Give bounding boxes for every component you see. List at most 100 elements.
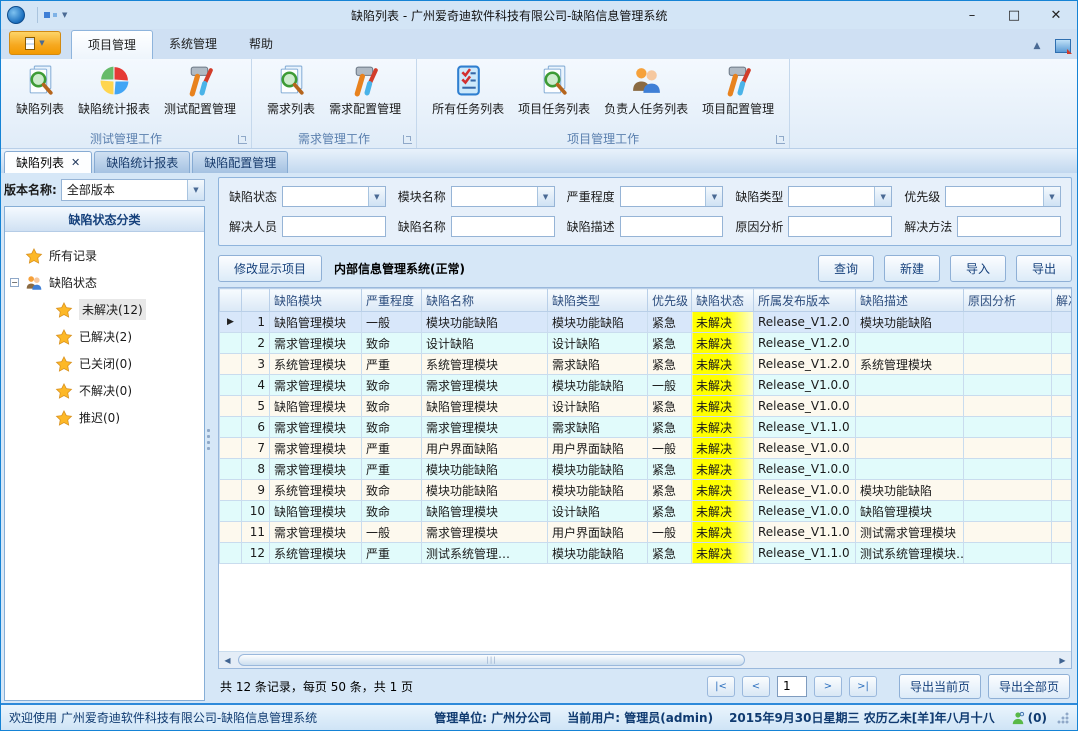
tree-item-缺陷状态[interactable]: −缺陷状态 [9,269,200,296]
page-number-input[interactable] [777,676,807,697]
dialog-launcher-icon[interactable] [403,135,412,144]
last-page-button[interactable]: >| [849,676,877,697]
cell-name: 需求管理模块 [422,417,548,438]
ribbon-button-测试配置管理[interactable]: 测试配置管理 [157,62,243,119]
close-tab-icon[interactable]: ✕ [71,156,80,169]
filter-input-缺陷描述[interactable] [620,216,724,237]
table-row[interactable]: 6需求管理模块致命需求管理模块需求缺陷紧急未解决Release_V1.1.0 [220,417,1072,438]
export-button[interactable]: 导出 [1016,255,1072,282]
resize-grip[interactable] [1057,712,1069,724]
table-row[interactable]: 10缺陷管理模块致命缺陷管理模块设计缺陷紧急未解决Release_V1.0.0缺… [220,501,1072,522]
maximize-button[interactable]: □ [993,1,1035,29]
column-header-缺陷模块[interactable]: 缺陷模块 [270,289,362,312]
table-row[interactable]: 8需求管理模块严重模块功能缺陷模块功能缺陷紧急未解决Release_V1.0.0 [220,459,1072,480]
column-header-缺陷状态[interactable]: 缺陷状态 [692,289,754,312]
table-row[interactable]: 12系统管理模块严重测试系统管理…模块功能缺陷紧急未解决Release_V1.1… [220,543,1072,564]
export-all-pages-button[interactable]: 导出全部页 [988,674,1070,699]
table-row[interactable]: ▶1缺陷管理模块一般模块功能缺陷模块功能缺陷紧急未解决Release_V1.2.… [220,312,1072,333]
cell-description: 缺陷管理模块 [856,501,964,522]
tree-item-所有记录[interactable]: 所有记录 [9,242,200,269]
table-row[interactable]: 5缺陷管理模块致命缺陷管理模块设计缺陷紧急未解决Release_V1.0.0 [220,396,1072,417]
column-header-缺陷描述[interactable]: 缺陷描述 [856,289,964,312]
chevron-down-icon[interactable]: ▼ [705,187,722,206]
scroll-left-icon[interactable]: ◀ [219,656,236,665]
ribbon-button-需求列表[interactable]: 需求列表 [260,62,322,119]
ribbon-button-项目配置管理[interactable]: 项目配置管理 [695,62,781,119]
filter-select-模块名称[interactable]: ▼ [451,186,555,207]
import-button[interactable]: 导入 [950,255,1006,282]
column-header-blank[interactable] [242,289,270,312]
filter-select-缺陷类型[interactable]: ▼ [788,186,892,207]
about-window-icon[interactable] [1055,39,1071,53]
modify-display-items-button[interactable]: 修改显示项目 [218,255,322,282]
ribbon-tab-项目管理[interactable]: 项目管理 [71,30,153,59]
ribbon-button-所有任务列表[interactable]: 所有任务列表 [425,62,511,119]
filter-input-解决方法[interactable] [957,216,1061,237]
scroll-right-icon[interactable]: ▶ [1054,656,1071,665]
doc-tab-缺陷列表[interactable]: 缺陷列表✕ [4,151,92,173]
minimize-button[interactable]: – [951,1,993,29]
ribbon-button-项目任务列表[interactable]: 项目任务列表 [511,62,597,119]
tree-item-推迟(0)[interactable]: 推迟(0) [9,404,200,431]
ribbon-tab-帮助[interactable]: 帮助 [233,30,289,59]
first-page-button[interactable]: |< [707,676,735,697]
export-current-page-button[interactable]: 导出当前页 [899,674,981,699]
column-header-缺陷名称[interactable]: 缺陷名称 [422,289,548,312]
application-menu-button[interactable]: ▼ [9,31,61,55]
quick-access-toolbar-icon[interactable] [44,12,57,18]
column-header-严重程度[interactable]: 严重程度 [362,289,422,312]
prev-page-button[interactable]: < [742,676,770,697]
filter-input-解决人员[interactable] [282,216,386,237]
column-header-blank[interactable] [220,289,242,312]
version-select[interactable]: 全部版本 ▼ [61,179,205,201]
filter-select-优先级[interactable]: ▼ [945,186,1061,207]
query-button[interactable]: 查询 [818,255,874,282]
table-row[interactable]: 4需求管理模块致命需求管理模块模块功能缺陷一般未解决Release_V1.0.0 [220,375,1072,396]
ribbon-button-缺陷列表[interactable]: 缺陷列表 [9,62,71,119]
row-indicator [220,459,242,480]
tree-item-已解决(2)[interactable]: 已解决(2) [9,323,200,350]
chevron-down-icon[interactable]: ▼ [537,187,554,206]
table-row[interactable]: 2需求管理模块致命设计缺陷设计缺陷紧急未解决Release_V1.2.0 [220,333,1072,354]
table-row[interactable]: 7需求管理模块严重用户界面缺陷用户界面缺陷一般未解决Release_V1.0.0 [220,438,1072,459]
filter-select-缺陷状态[interactable]: ▼ [282,186,386,207]
new-button[interactable]: 新建 [884,255,940,282]
close-button[interactable]: ✕ [1035,1,1077,29]
table-row[interactable]: 9系统管理模块致命模块功能缺陷模块功能缺陷紧急未解决Release_V1.0.0… [220,480,1072,501]
chevron-down-icon[interactable]: ▼ [874,187,891,206]
tree-item-不解决(0)[interactable]: 不解决(0) [9,377,200,404]
dialog-launcher-icon[interactable] [238,135,247,144]
ribbon-button-缺陷统计报表[interactable]: 缺陷统计报表 [71,62,157,119]
doc-tab-缺陷配置管理[interactable]: 缺陷配置管理 [192,151,288,173]
splitter-handle[interactable] [205,177,212,701]
filter-input-缺陷名称[interactable] [451,216,555,237]
dialog-launcher-icon[interactable] [776,135,785,144]
filter-select-严重程度[interactable]: ▼ [620,186,724,207]
ribbon-button-需求配置管理[interactable]: 需求配置管理 [322,62,408,119]
scrollbar-thumb[interactable]: ||| [238,654,745,666]
column-header-优先级[interactable]: 优先级 [648,289,692,312]
horizontal-scrollbar[interactable]: ◀ ||| ▶ [219,651,1071,668]
tree-item-未解决(12)[interactable]: 未解决(12) [9,296,200,323]
row-number: 12 [242,543,270,564]
column-header-缺陷类型[interactable]: 缺陷类型 [548,289,648,312]
doc-tab-缺陷统计报表[interactable]: 缺陷统计报表 [94,151,190,173]
next-page-button[interactable]: > [814,676,842,697]
ribbon-tab-系统管理[interactable]: 系统管理 [153,30,233,59]
chevron-down-icon[interactable]: ▼ [1043,187,1060,206]
column-header-原因分析[interactable]: 原因分析 [964,289,1052,312]
filter-input-原因分析[interactable] [788,216,892,237]
collapse-node-icon[interactable]: − [10,278,19,287]
chevron-down-icon[interactable]: ▼ [368,187,385,206]
table-row[interactable]: 3系统管理模块严重系统管理模块需求缺陷紧急未解决Release_V1.2.0系统… [220,354,1072,375]
chevron-down-icon[interactable]: ▼ [187,180,204,200]
cell-severity: 一般 [362,312,422,333]
scrollbar-track[interactable]: ||| [236,652,1054,668]
cell-cause [964,501,1052,522]
tree-item-已关闭(0)[interactable]: 已关闭(0) [9,350,200,377]
table-row[interactable]: 11需求管理模块一般需求管理模块用户界面缺陷一般未解决Release_V1.1.… [220,522,1072,543]
column-header-解决方法[interactable]: 解决方法 [1052,289,1072,312]
ribbon-button-负责人任务列表[interactable]: 负责人任务列表 [597,62,695,119]
column-header-所属发布版本[interactable]: 所属发布版本 [754,289,856,312]
collapse-ribbon-icon[interactable]: ▲ [1027,38,1047,54]
